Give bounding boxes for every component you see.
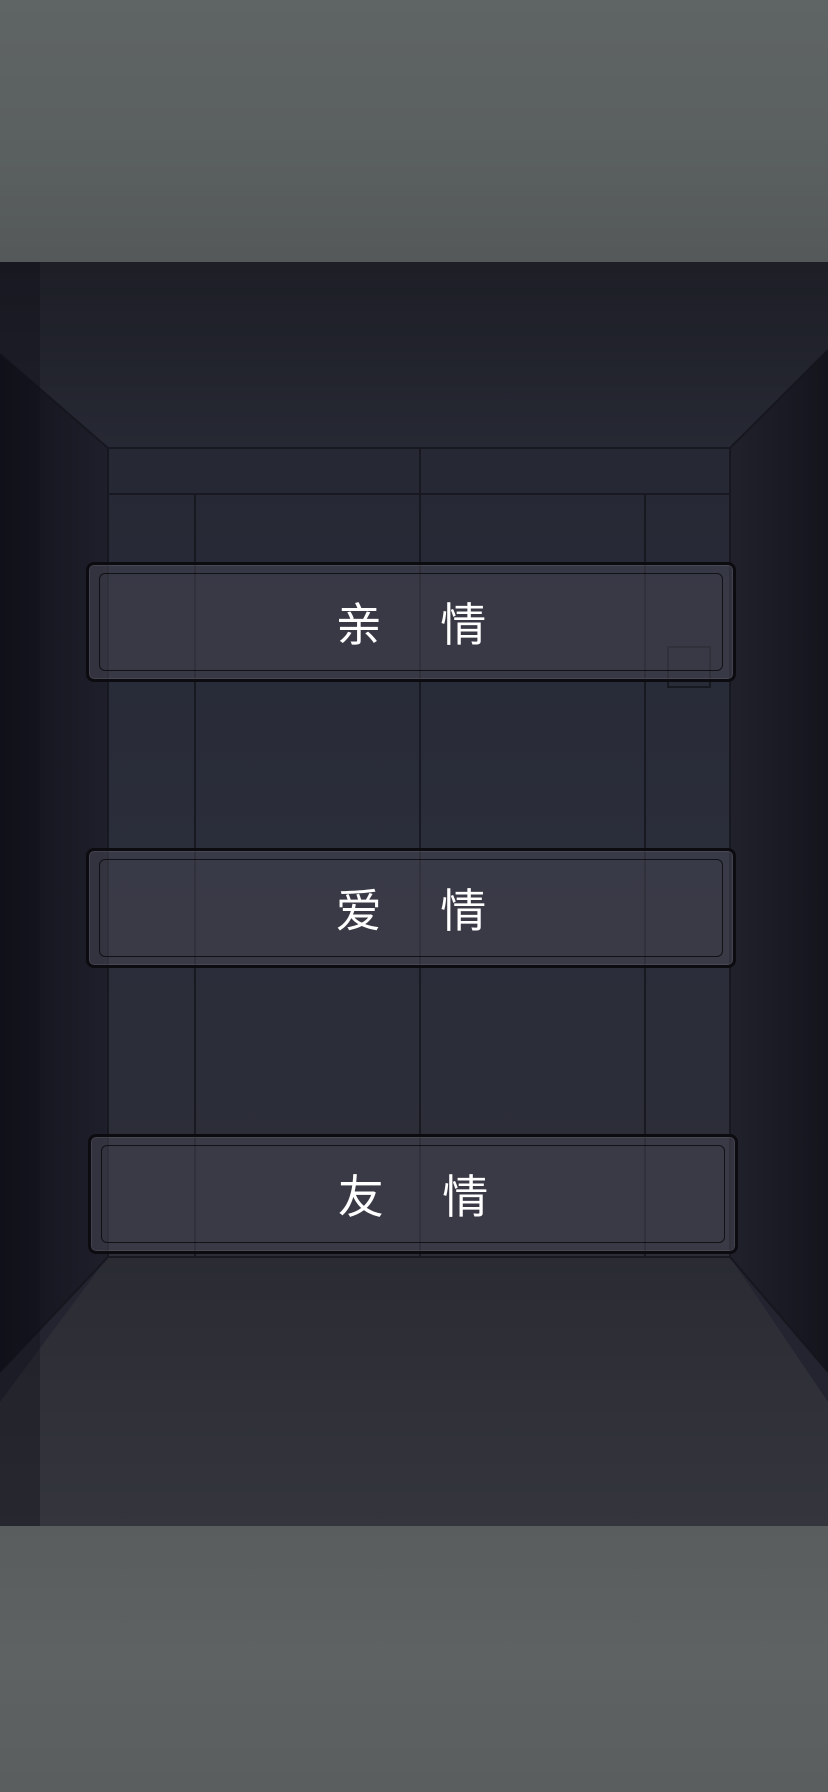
bottom-letterbox [0, 1526, 828, 1792]
choice-button-family[interactable]: 亲 情 [86, 562, 736, 682]
choice-button-friendship[interactable]: 友 情 [88, 1134, 738, 1254]
choice-label: 爱 情 [335, 884, 509, 938]
top-letterbox [0, 0, 828, 268]
choice-label: 亲 情 [335, 598, 509, 652]
choice-button-love[interactable]: 爱 情 [86, 848, 736, 968]
choice-label: 友 情 [337, 1170, 511, 1224]
